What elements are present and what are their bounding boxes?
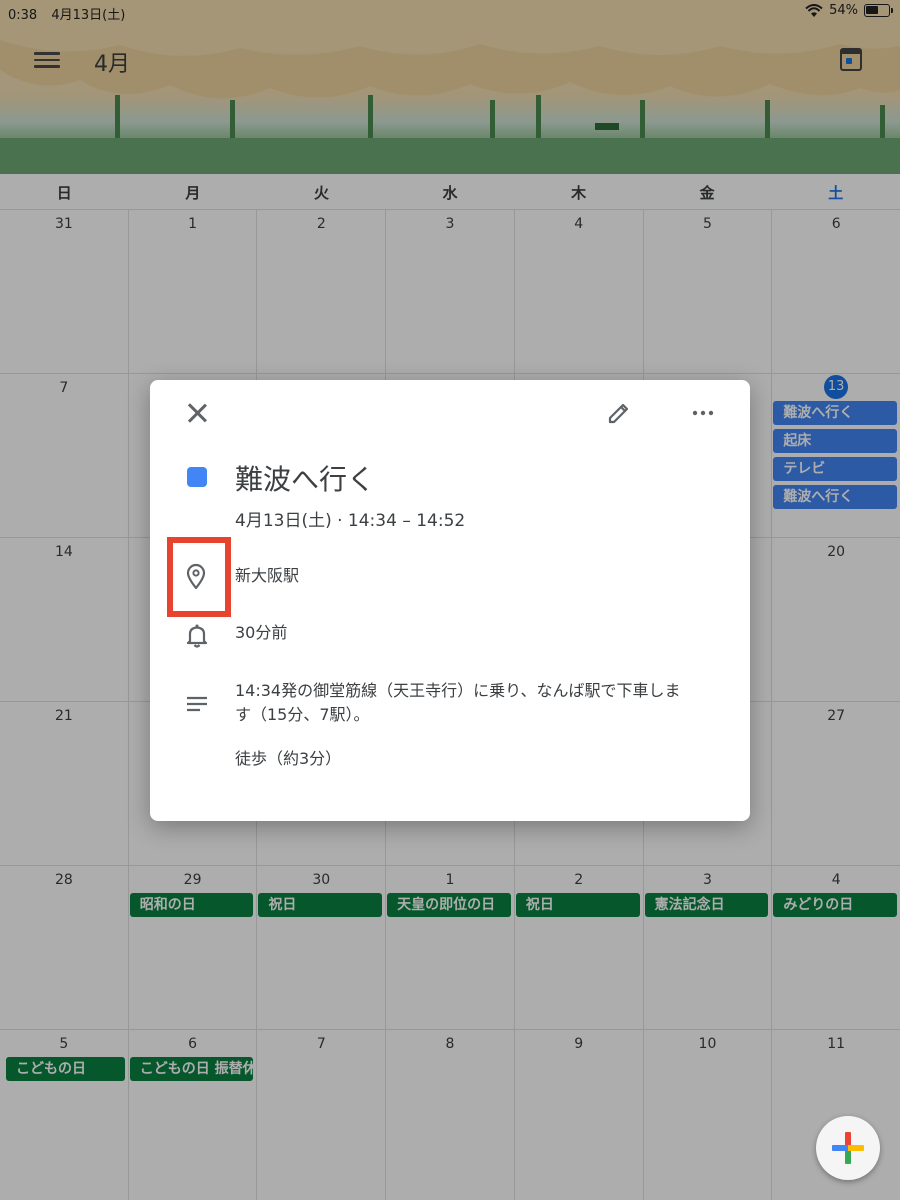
close-button[interactable]	[184, 400, 210, 426]
location-row[interactable]: 新大阪駅	[150, 558, 750, 618]
event-detail-dialog: 難波へ行く 4月13日(土) · 14:34 – 14:52 新大阪駅 30分前…	[150, 380, 750, 821]
event-color-chip	[187, 467, 207, 487]
edit-button[interactable]	[606, 400, 632, 426]
description-line-1: 14:34発の御堂筋線（天王寺行）に乗り、なんば駅で下車しま	[235, 681, 681, 700]
description-line-2: す（15分、7駅）。	[235, 705, 370, 724]
bell-icon	[186, 624, 208, 648]
create-event-button[interactable]	[816, 1116, 880, 1180]
event-title: 難波へ行く	[235, 463, 376, 496]
more-options-button[interactable]	[690, 400, 716, 426]
location-pin-icon	[186, 563, 206, 590]
location-text: 新大阪駅	[235, 566, 300, 585]
location-highlight-box	[167, 537, 231, 617]
description-line-3: 徒歩（約3分）	[235, 749, 342, 768]
event-time: 4月13日(土) · 14:34 – 14:52	[235, 511, 466, 531]
description-icon	[187, 696, 207, 712]
reminder-text: 30分前	[235, 623, 288, 642]
